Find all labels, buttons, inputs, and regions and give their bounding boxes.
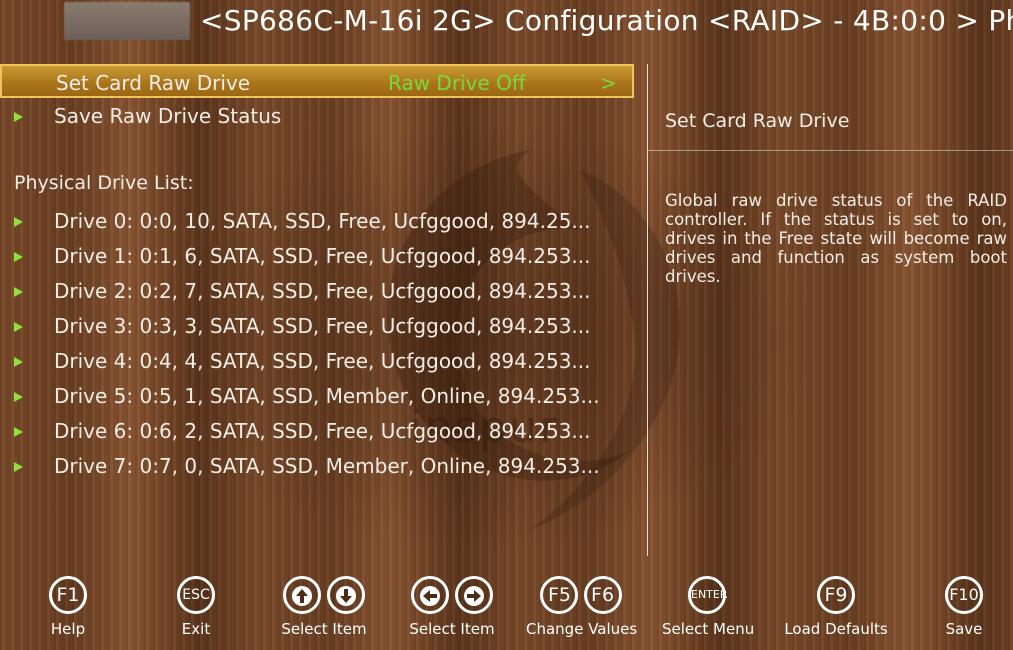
f5-f6-caption: Change Values xyxy=(526,620,638,638)
raw-drive-value: Raw Drive Off xyxy=(388,71,526,95)
arrow-right-icon xyxy=(14,217,23,227)
enter-key-icon: ENTER xyxy=(688,576,728,614)
f9-load-defaults-key[interactable]: F9 Load Defaults xyxy=(784,576,888,638)
set-card-raw-drive-label: Set Card Raw Drive xyxy=(56,71,251,95)
chevron-right-icon: > xyxy=(600,71,617,95)
drive-list-item[interactable]: Drive 4: 0:4, 4, SATA, SSD, Free, Ucfggo… xyxy=(0,344,634,378)
drive-list-item[interactable]: Drive 7: 0:7, 0, SATA, SSD, Member, Onli… xyxy=(0,449,634,483)
f9-key-icon: F9 xyxy=(817,576,855,614)
drive-label: Drive 2: 0:2, 7, SATA, SSD, Free, Ucfggo… xyxy=(54,279,591,303)
drive-label: Drive 1: 0:1, 6, SATA, SSD, Free, Ucfggo… xyxy=(54,244,591,268)
drive-label: Drive 6: 0:6, 2, SATA, SSD, Free, Ucfggo… xyxy=(54,419,591,443)
brand-logo xyxy=(64,2,190,40)
arrow-right-icon xyxy=(14,462,23,472)
f10-key-icon: F10 xyxy=(945,576,983,614)
set-card-raw-drive-item[interactable]: Set Card Raw Drive Raw Drive Off > xyxy=(0,64,634,98)
drive-label: Drive 4: 0:4, 4, SATA, SSD, Free, Ucfggo… xyxy=(54,349,591,373)
drive-list-item[interactable]: Drive 3: 0:3, 3, SATA, SSD, Free, Ucfggo… xyxy=(0,309,634,343)
left-right-select-key[interactable]: Select Item xyxy=(402,576,502,638)
drive-list-item[interactable]: Drive 2: 0:2, 7, SATA, SSD, Free, Ucfggo… xyxy=(0,274,634,308)
f10-save-key[interactable]: F10 Save xyxy=(940,576,988,638)
save-raw-drive-status-item[interactable]: Save Raw Drive Status xyxy=(0,99,634,133)
f1-key-icon: F1 xyxy=(49,576,87,614)
arrow-right-icon xyxy=(14,322,23,332)
physical-drive-list-label: Physical Drive List: xyxy=(14,172,194,194)
arrow-right-icon xyxy=(14,287,23,297)
arrow-up-icon xyxy=(283,576,322,614)
f9-caption: Load Defaults xyxy=(784,620,888,638)
f6-key-icon: F6 xyxy=(583,576,622,614)
arrow-left-icon xyxy=(411,576,450,614)
arrow-down-icon xyxy=(326,576,365,614)
arrow-right-icon xyxy=(14,427,23,437)
arrow-right-icon xyxy=(14,252,23,262)
arrow-right-icon xyxy=(14,112,23,122)
left-right-caption: Select Item xyxy=(409,620,495,638)
panel-divider xyxy=(647,64,648,556)
up-down-caption: Select Item xyxy=(281,620,367,638)
f5-key-icon: F5 xyxy=(540,576,579,614)
enter-select-menu-key[interactable]: ENTER Select Menu xyxy=(662,576,755,638)
help-title: Set Card Raw Drive xyxy=(665,110,850,132)
drive-label: Drive 5: 0:5, 1, SATA, SSD, Member, Onli… xyxy=(54,384,600,408)
arrow-right-icon xyxy=(14,357,23,367)
help-description: Global raw drive status of the RAID cont… xyxy=(665,191,1007,286)
help-separator xyxy=(648,150,1013,151)
arrow-right-icon xyxy=(454,576,493,614)
drive-list-item[interactable]: Drive 5: 0:5, 1, SATA, SSD, Member, Onli… xyxy=(0,379,634,413)
drive-list-item[interactable]: Drive 0: 0:0, 10, SATA, SSD, Free, Ucfgg… xyxy=(0,204,634,238)
drive-list-item[interactable]: Drive 1: 0:1, 6, SATA, SSD, Free, Ucfggo… xyxy=(0,239,634,273)
f5-f6-change-values-key[interactable]: F5 F6 Change Values xyxy=(526,576,638,638)
drive-list-item[interactable]: Drive 6: 0:6, 2, SATA, SSD, Free, Ucfggo… xyxy=(0,414,634,448)
drive-label: Drive 0: 0:0, 10, SATA, SSD, Free, Ucfgg… xyxy=(54,209,591,233)
esc-caption: Exit xyxy=(181,620,211,638)
f1-help-key[interactable]: F1 Help xyxy=(44,576,92,638)
save-raw-drive-status-label: Save Raw Drive Status xyxy=(54,104,282,128)
up-down-select-key[interactable]: Select Item xyxy=(274,576,374,638)
drive-label: Drive 7: 0:7, 0, SATA, SSD, Member, Onli… xyxy=(54,454,600,478)
esc-exit-key[interactable]: ESC Exit xyxy=(172,576,220,638)
page-title: <SP686C-M-16i 2G> Configuration <RAID> -… xyxy=(200,4,1013,37)
f10-caption: Save xyxy=(945,620,983,638)
arrow-right-icon xyxy=(14,392,23,402)
esc-key-icon: ESC xyxy=(177,576,215,614)
enter-caption: Select Menu xyxy=(662,620,755,638)
drive-label: Drive 3: 0:3, 3, SATA, SSD, Free, Ucfggo… xyxy=(54,314,591,338)
f1-caption: Help xyxy=(50,620,86,638)
